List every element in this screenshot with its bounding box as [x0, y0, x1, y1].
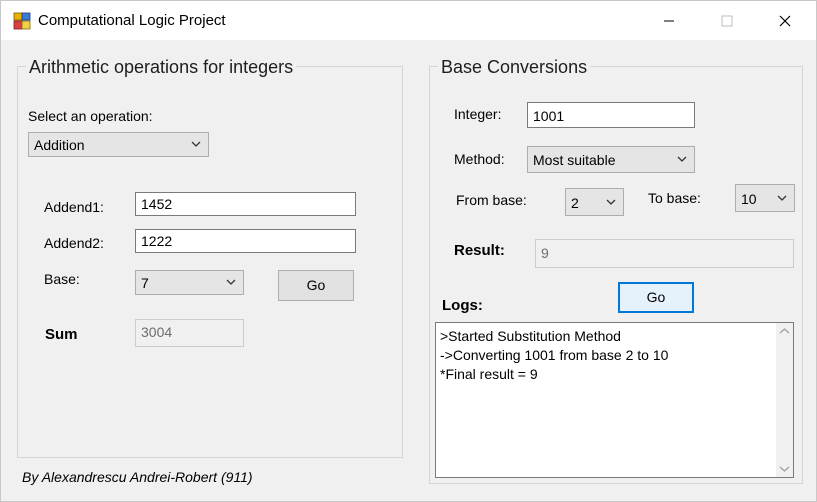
addend1-label: Addend1:: [44, 199, 104, 215]
conv-go-label: Go: [646, 289, 666, 305]
close-icon: [779, 15, 791, 27]
scroll-down-icon: [779, 466, 790, 472]
chevron-down-icon: [606, 199, 616, 205]
author-footer: By Alexandrescu Andrei-Robert (911): [22, 469, 253, 485]
to-base-value: 10: [741, 191, 757, 207]
select-operation-label: Select an operation:: [28, 108, 153, 124]
conv-go-button[interactable]: Go: [618, 282, 694, 313]
log-line: >Started Substitution Method: [440, 328, 621, 344]
operation-select[interactable]: Addition: [28, 132, 209, 157]
method-select[interactable]: Most suitable: [527, 146, 695, 173]
minimize-icon: [664, 20, 674, 22]
chevron-down-icon: [226, 279, 236, 285]
integer-field[interactable]: 1001: [527, 102, 695, 128]
chevron-down-icon: [677, 156, 687, 162]
maximize-icon: [721, 15, 733, 27]
integer-label: Integer:: [454, 106, 502, 122]
sum-field: 3004: [135, 319, 244, 347]
conversions-group-title: Base Conversions: [438, 57, 591, 78]
title-bar: Computational Logic Project: [0, 0, 817, 41]
chevron-down-icon: [777, 195, 787, 201]
logs-label: Logs:: [442, 297, 483, 314]
sum-label: Sum: [45, 326, 78, 343]
base-select[interactable]: 7: [135, 270, 244, 295]
chevron-down-icon: [191, 141, 201, 147]
arith-go-button[interactable]: Go: [278, 270, 354, 301]
minimize-button[interactable]: [646, 1, 692, 41]
base-value: 7: [141, 275, 149, 291]
arith-go-label: Go: [306, 277, 326, 293]
log-line: *Final result = 9: [440, 366, 538, 382]
operation-value: Addition: [34, 137, 85, 153]
logs-scrollbar[interactable]: [776, 323, 793, 477]
log-line: ->Converting 1001 from base 2 to 10: [440, 347, 669, 363]
method-label: Method:: [454, 151, 505, 167]
from-base-label: From base:: [456, 192, 527, 208]
logs-textarea[interactable]: >Started Substitution Method ->Convertin…: [435, 322, 794, 478]
arithmetic-group: Arithmetic operations for integers: [17, 57, 403, 458]
addend2-field[interactable]: 1222: [135, 229, 356, 253]
maximize-button[interactable]: [704, 1, 750, 41]
arithmetic-group-title: Arithmetic operations for integers: [26, 57, 297, 78]
addend1-field[interactable]: 1452: [135, 192, 356, 216]
window-client: Arithmetic operations for integers Selec…: [0, 40, 817, 502]
addend2-label: Addend2:: [44, 235, 104, 251]
from-base-value: 2: [571, 195, 579, 211]
app-icon: [13, 12, 31, 30]
from-base-select[interactable]: 2: [565, 188, 624, 216]
method-value: Most suitable: [533, 152, 616, 168]
result-label: Result:: [454, 242, 505, 259]
result-field: 9: [535, 239, 794, 268]
to-base-label: To base:: [648, 190, 701, 206]
scroll-up-icon: [779, 328, 790, 334]
base-label: Base:: [44, 271, 80, 287]
to-base-select[interactable]: 10: [735, 184, 795, 212]
window-title: Computational Logic Project: [38, 12, 226, 29]
close-button[interactable]: [762, 1, 808, 41]
